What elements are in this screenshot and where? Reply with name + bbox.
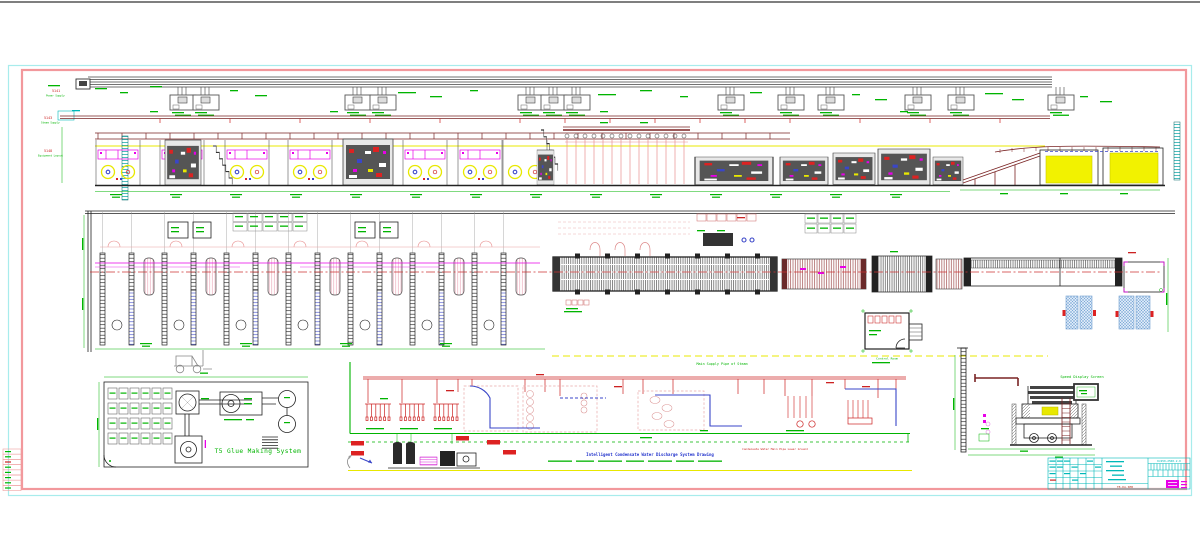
zone-label-3: Equipment Layout [38,154,63,158]
condensate-pipe-label: Condensate Water Main Pipe Lower Ground [742,447,808,451]
revision-table [3,449,21,491]
splicer-plan-boxes [168,222,211,238]
drawing-canvas: 5141 Power Supply 5143 Steam Supply 5148… [0,0,1200,557]
control-room-label: Control Room [876,357,898,361]
glue-system-title: T5 Glue Making System [215,448,302,455]
zone-label-2: Steam Supply [41,121,60,125]
condensate-title: Intelligent Condensate Water Discharge S… [586,452,714,457]
zone-code-3: 5148 [44,149,52,153]
wall-section [961,348,966,452]
slitter-scorer [695,157,773,185]
title-block: KJ250-2500-2-0 TB.DA.KEB [1048,458,1190,489]
cutoff-knife [878,149,930,185]
glue-unit-plan [558,214,756,256]
steam-trap-group [365,404,391,421]
board-stack [1046,156,1092,183]
roll-stands-side [96,140,547,185]
approval-code: TB.DA.KEB [1117,485,1133,489]
speed-screen-label: Speed Display Screen [1060,375,1103,379]
margin-zone-labels: 5141 Power Supply 5143 Steam Supply 5148… [38,85,80,183]
zone-code-2: 5143 [44,116,52,120]
dimension-row [95,190,1160,198]
plan-view: Control Room [82,211,1175,363]
cabinet-grid [805,214,856,233]
steam-main-label: Main Supply Pipe of Steam [696,362,747,366]
cad-drawing-sheet: 5141 Power Supply 5143 Steam Supply 5148… [0,0,1200,557]
starch-bag-grid [108,388,172,444]
access-ladder [1062,398,1070,444]
glue-making-system: T5 Glue Making System [97,350,308,467]
zone-code-1: 5141 [52,89,60,93]
speed-display-board [1074,384,1098,400]
splicer-plan-boxes [355,222,398,238]
knife-plan [872,256,932,292]
drawing-number: KJ250-2500-2-0 [1157,459,1181,463]
control-room: Control Room [861,309,922,363]
pump-cluster [786,396,815,431]
steam-piping-diagram: Main Supply Pipe of Steam [347,362,912,471]
cable-tray-bus [76,77,1112,116]
dim-cluster [564,300,589,312]
cabinet-grid [233,213,307,231]
double-backer-plan [553,254,777,295]
stairs [213,146,232,184]
steam-main-pipe [363,377,906,379]
speed-display-section: Speed Display Screen [953,348,1104,458]
forklift [174,350,212,373]
right-wall-ladder [1174,122,1180,180]
control-box [170,87,196,116]
pallets-plan [1063,296,1154,329]
stacker-section [963,122,1180,185]
company-stamp [1166,480,1187,488]
splicer-machine [165,140,201,185]
splicer-machine [343,139,393,185]
board-stack [1110,153,1158,183]
condensate-recovery-unit [347,434,516,468]
condensate-lines [470,386,896,428]
side-elevation-view [95,122,1180,200]
zone-label-1: Power Supply [46,94,65,98]
plan-roll-stand [100,212,154,345]
drying-section [563,122,690,184]
side-accessories [979,414,990,441]
overhead-rail [975,374,1018,386]
